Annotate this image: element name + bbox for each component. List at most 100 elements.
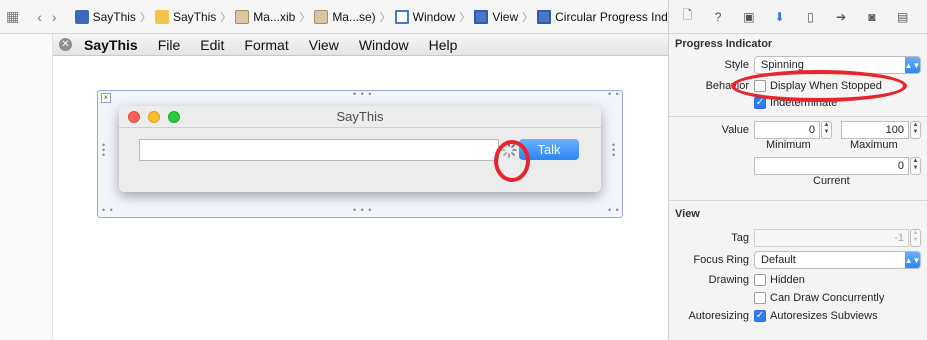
menu-format[interactable]: Format	[244, 37, 288, 53]
hidden-checkbox[interactable]	[754, 274, 766, 286]
resize-handle-bottom-left[interactable]: • •	[102, 205, 114, 215]
minimize-button[interactable]	[148, 111, 160, 123]
view-icon	[474, 9, 489, 24]
xib-file-icon	[235, 9, 250, 24]
annotation-circle-display-when-stopped	[731, 70, 907, 102]
breadcrumb-label: Ma...se)	[332, 9, 376, 24]
chevron-right-icon: 〉	[139, 11, 151, 24]
minimum-stepper[interactable]: ▲ ▼	[821, 121, 832, 139]
size-icon[interactable]: ▯	[804, 10, 817, 24]
breadcrumb-label: View	[492, 9, 519, 24]
breadcrumb-item-window[interactable]: Window 〉	[394, 9, 475, 25]
chevron-right-icon: 〉	[522, 11, 534, 24]
grid-icon[interactable]: ▦	[6, 8, 19, 25]
minimum-label: Minimum	[766, 139, 811, 151]
section-title-view: View	[675, 208, 700, 220]
breadcrumb-item-xib-base[interactable]: Ma...se) 〉	[314, 9, 394, 25]
back-arrow-icon[interactable]: ‹	[37, 9, 42, 25]
breadcrumb-label: Ma...xib	[253, 9, 296, 24]
effects-icon[interactable]: ▤	[896, 10, 909, 24]
resize-handle-top[interactable]: • • •	[353, 89, 372, 99]
section-title-progress: Progress Indicator	[675, 38, 773, 50]
divider	[669, 200, 927, 201]
value-label: Value	[721, 124, 749, 136]
current-stepper[interactable]: ▲ ▼	[910, 157, 921, 175]
close-button[interactable]	[128, 111, 140, 123]
chevron-updown-icon: ▲▼	[905, 252, 920, 268]
breadcrumb-label: Window	[412, 9, 456, 24]
maximum-stepper[interactable]: ▲ ▼	[910, 121, 921, 139]
interface-builder-canvas[interactable]: × • • • • • • • • • • • • • • • • • • SayThi…	[53, 56, 668, 340]
menu-help[interactable]: Help	[429, 37, 458, 53]
indeterminate-checkbox[interactable]: ✓	[754, 97, 766, 109]
tag-stepper[interactable]: ▲ ▼	[910, 229, 921, 247]
style-value: Spinning	[761, 59, 804, 71]
tag-label: Tag	[731, 232, 749, 244]
window-icon	[394, 9, 409, 24]
swift-file-icon	[74, 9, 89, 24]
menu-window[interactable]: Window	[359, 37, 409, 53]
folder-icon	[154, 9, 169, 24]
speech-text-field[interactable]	[139, 139, 499, 161]
autoresizing-label: Autoresizing	[688, 310, 749, 322]
window-titlebar: SayThis	[119, 106, 601, 128]
forward-arrow-icon[interactable]: ›	[52, 9, 57, 25]
minimum-field[interactable]: 0	[754, 121, 820, 139]
current-field[interactable]: 0	[754, 157, 909, 175]
breadcrumb-label: SayThis	[172, 9, 217, 24]
attributes-inspector: 🗋 ? ▣ ⬇ ▯ ➔ ◙ ▤ Progress Indicator Style…	[668, 0, 927, 340]
maximum-label: Maximum	[850, 139, 898, 151]
chevron-right-icon: 〉	[379, 11, 391, 24]
chevron-updown-icon: ▲▼	[905, 57, 920, 73]
window-title: SayThis	[336, 109, 384, 124]
bindings-icon[interactable]: ◙	[866, 10, 879, 24]
autoresizes-subviews-checkbox[interactable]: ✓	[754, 310, 766, 322]
zoom-button[interactable]	[168, 111, 180, 123]
resize-handle-bottom[interactable]: • • •	[353, 205, 372, 215]
tag-field[interactable]: -1	[754, 229, 909, 247]
resize-handle-top-right[interactable]: • •	[608, 89, 620, 99]
annotation-circle-spinner	[494, 140, 530, 182]
view-icon	[537, 9, 552, 24]
style-label: Style	[724, 59, 749, 71]
resize-handle-right[interactable]: • • •	[612, 141, 616, 160]
menu-edit[interactable]: Edit	[200, 37, 224, 53]
divider	[669, 116, 927, 117]
hidden-label: Hidden	[770, 274, 805, 286]
chevron-right-icon: 〉	[459, 11, 471, 24]
current-label: Current	[813, 175, 850, 187]
inspector-tabs: 🗋 ? ▣ ⬇ ▯ ➔ ◙ ▤	[669, 0, 927, 34]
resize-handle-left[interactable]: • • •	[102, 141, 106, 160]
focus-ring-value: Default	[761, 254, 796, 266]
breadcrumb-item-swift[interactable]: SayThis 〉	[74, 9, 155, 25]
breadcrumb-item-xib[interactable]: Ma...xib 〉	[235, 9, 314, 25]
focus-ring-popup[interactable]: Default ▲▼	[754, 251, 921, 269]
file-icon[interactable]: 🗋	[681, 8, 694, 24]
menu-app[interactable]: SayThis	[84, 37, 138, 53]
can-draw-concurrently-checkbox[interactable]	[754, 292, 766, 304]
close-icon[interactable]: ✕	[59, 38, 72, 51]
focus-ring-label: Focus Ring	[693, 254, 749, 266]
xib-file-icon	[314, 9, 329, 24]
outline-gutter	[0, 34, 53, 340]
autoresizes-subviews-label: Autoresizes Subviews	[770, 310, 878, 322]
attributes-icon[interactable]: ⬇	[773, 10, 786, 24]
saythis-window: SayThis Talk	[119, 106, 601, 192]
help-icon[interactable]: ?	[712, 10, 725, 24]
breadcrumb-item-view[interactable]: View 〉	[474, 9, 537, 25]
chevron-right-icon: 〉	[299, 11, 311, 24]
resize-handle-bottom-right[interactable]: • •	[608, 205, 620, 215]
can-draw-concurrently-label: Can Draw Concurrently	[770, 292, 885, 304]
maximum-field[interactable]: 100	[841, 121, 909, 139]
menu-view[interactable]: View	[309, 37, 339, 53]
breadcrumb-item-folder[interactable]: SayThis 〉	[154, 9, 235, 25]
jump-bar: ▦ ‹ › SayThis 〉 SayThis 〉 Ma...xib 〉 Ma.…	[0, 0, 697, 34]
drawing-label: Drawing	[708, 274, 749, 286]
app-menu-bar: ✕ SayThis File Edit Format View Window H…	[53, 34, 668, 56]
identity-icon[interactable]: ▣	[743, 10, 756, 24]
menu-file[interactable]: File	[158, 37, 181, 53]
chevron-right-icon: 〉	[220, 11, 232, 24]
close-icon[interactable]: ×	[101, 93, 111, 103]
connections-icon[interactable]: ➔	[835, 10, 848, 24]
breadcrumb-label: SayThis	[92, 9, 136, 24]
